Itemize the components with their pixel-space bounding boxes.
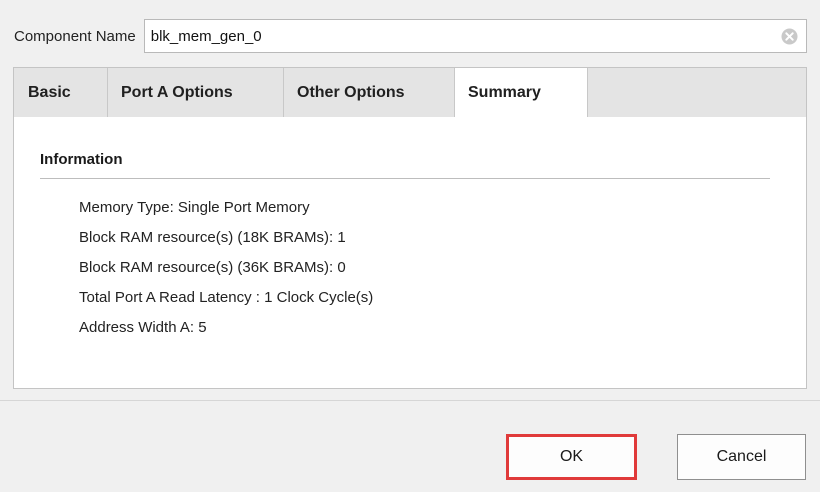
footer-divider xyxy=(0,400,820,401)
tab-basic[interactable]: Basic xyxy=(14,68,108,117)
tab-summary[interactable]: Summary xyxy=(455,68,588,118)
component-name-field[interactable] xyxy=(143,19,807,53)
component-name-input[interactable] xyxy=(144,20,806,52)
tab-other-options[interactable]: Other Options xyxy=(284,68,455,117)
component-name-row: Component Name xyxy=(14,18,807,54)
info-memory-type: Memory Type: Single Port Memory xyxy=(79,199,310,216)
cancel-button[interactable]: Cancel xyxy=(677,434,806,480)
tab-port-a-options[interactable]: Port A Options xyxy=(108,68,284,117)
info-bram-18k: Block RAM resource(s) (18K BRAMs): 1 xyxy=(79,229,346,246)
section-title: Information xyxy=(40,151,123,168)
section-divider xyxy=(40,178,770,179)
summary-panel: Information Memory Type: Single Port Mem… xyxy=(13,117,807,389)
info-bram-36k: Block RAM resource(s) (36K BRAMs): 0 xyxy=(79,259,346,276)
info-list: Memory Type: Single Port Memory Block RA… xyxy=(79,195,373,345)
info-address-width: Address Width A: 5 xyxy=(79,319,207,336)
component-name-label: Component Name xyxy=(14,27,136,45)
tab-bar: Basic Port A Options Other Options Summa… xyxy=(13,67,807,118)
info-read-latency: Total Port A Read Latency : 1 Clock Cycl… xyxy=(79,289,374,306)
ok-button[interactable]: OK xyxy=(506,434,637,480)
clear-icon[interactable] xyxy=(781,28,798,45)
